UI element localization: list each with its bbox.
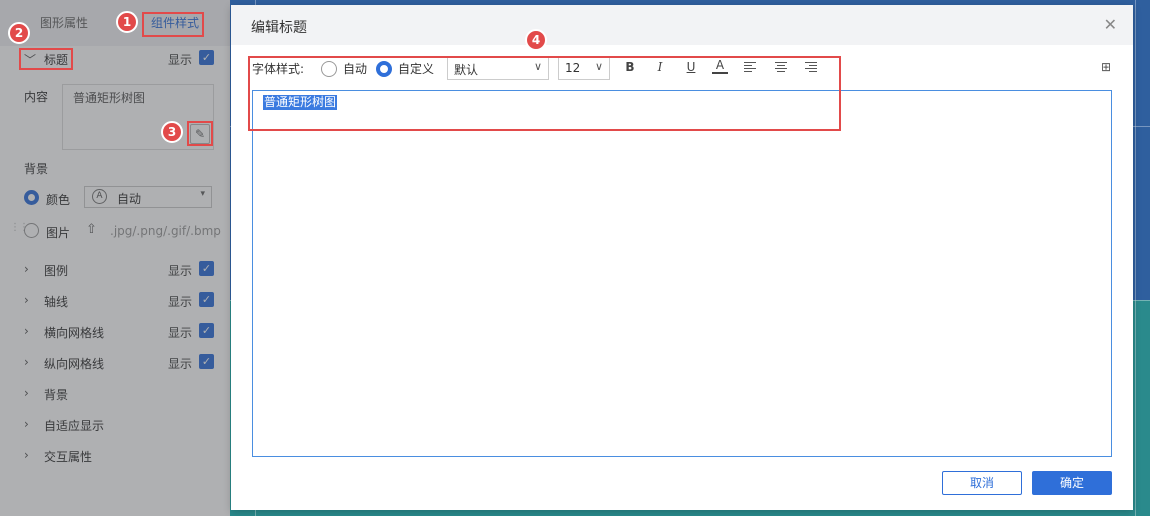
annotation-badge: 3 xyxy=(161,121,183,143)
source-code-icon[interactable]: ⊞ xyxy=(1101,60,1111,74)
annotation-badge: 4 xyxy=(525,29,547,51)
modal-overlay xyxy=(0,0,230,516)
tile-border xyxy=(1135,0,1136,516)
annotation-badge: 2 xyxy=(8,22,30,44)
close-icon[interactable]: ✕ xyxy=(1104,15,1117,34)
annotation-box xyxy=(19,48,73,70)
dialog-header: 编辑标题 ✕ xyxy=(231,5,1133,45)
annotation-badge: 1 xyxy=(116,11,138,33)
annotation-box xyxy=(248,56,841,131)
dialog-title: 编辑标题 xyxy=(251,20,307,36)
annotation-box xyxy=(187,121,213,146)
confirm-button[interactable]: 确定 xyxy=(1032,471,1112,495)
annotation-box xyxy=(142,12,204,37)
property-panel: 图形属性 组件样式 ﹀ 标题 显示 ✓ 内容 普通矩形树图 ✎ 背景 颜色 自动… xyxy=(0,0,230,516)
title-editor[interactable]: 普通矩形树图 xyxy=(252,90,1112,457)
cancel-button[interactable]: 取消 xyxy=(942,471,1022,495)
